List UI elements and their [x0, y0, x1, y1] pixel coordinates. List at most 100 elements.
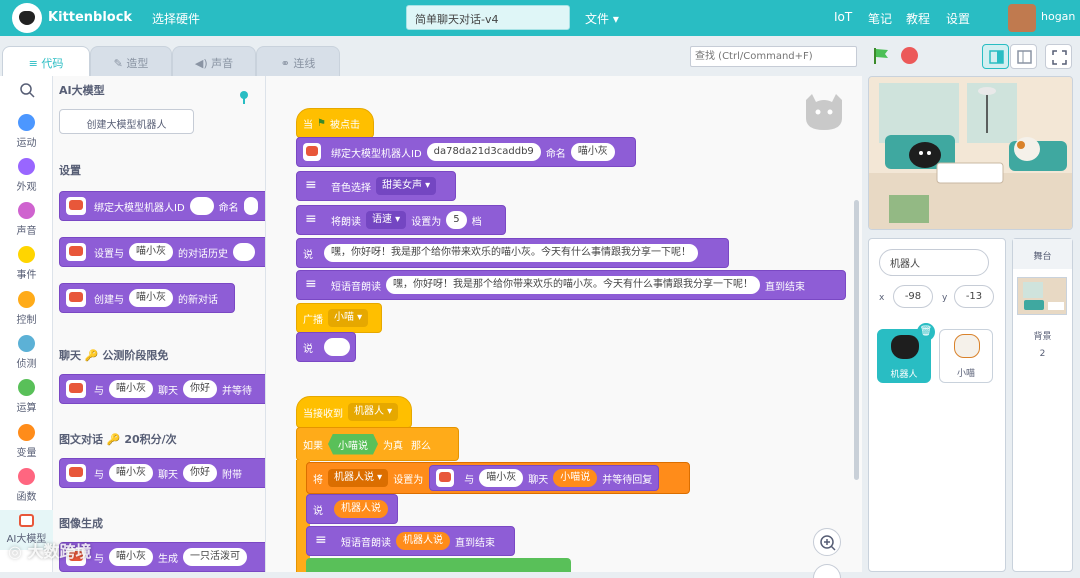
block-bind-bot-id[interactable]: 绑定大模型机器人ID da78da21d3caddb9 命名 喵小灰	[296, 137, 636, 167]
section-image-gen: 图像生成	[59, 517, 103, 530]
menu-notes[interactable]: 笔记	[868, 10, 892, 27]
speaker-icon: ◀)	[194, 57, 212, 70]
menu-settings[interactable]: 设置	[946, 10, 970, 27]
section-image-chat: 图文对话 🔑 20积分/次	[59, 433, 177, 446]
palette-block-image-chat[interactable]: 与喵小灰 聊天 你好 附带	[59, 458, 265, 488]
block-say-greeting[interactable]: 说嘿，你好呀！我是那个给你带来欢乐的喵小灰。今天有什么事情跟我分享一下呢！	[296, 238, 729, 268]
pin-icon[interactable]	[239, 90, 249, 104]
category-sensing[interactable]: 侦测	[0, 335, 53, 370]
palette-block-bind-id[interactable]: 绑定大模型机器人ID 命名	[59, 191, 265, 221]
palette-block-set-history[interactable]: 设置与 喵小灰 的对话历史	[59, 237, 265, 267]
avatar[interactable]	[1008, 4, 1036, 32]
zoom-in-icon	[820, 535, 836, 551]
tab-sounds[interactable]: ◀) 声音	[172, 46, 256, 76]
x-position-input[interactable]: -98	[893, 285, 933, 308]
block-when-receive[interactable]: 当接收到 机器人 ▾	[296, 396, 412, 428]
category-functions[interactable]: 函数	[0, 468, 53, 503]
robot-icon	[66, 380, 86, 398]
search-icon[interactable]	[0, 82, 53, 101]
category-operators[interactable]: 运算	[0, 379, 53, 414]
kittenblock-logo-icon[interactable]	[12, 3, 42, 33]
green-flag-icon: ⚑	[317, 117, 326, 129]
calico-cat-icon	[954, 334, 980, 358]
code-icon: ≡	[28, 57, 42, 70]
palette-title: AI大模型	[59, 84, 105, 97]
stage-selector-panel[interactable]: 舞台 背景 2	[1012, 238, 1073, 572]
watermark-text: ◎ 大数跨境	[8, 542, 92, 561]
speed-dropdown[interactable]: 语速 ▾	[366, 211, 407, 229]
voice-dropdown[interactable]: 甜美女声 ▾	[376, 177, 437, 195]
fullscreen-button[interactable]	[1045, 44, 1072, 69]
brush-icon: ✎	[113, 57, 127, 70]
watermark-logo-icon: ◎	[8, 542, 28, 561]
category-looks[interactable]: 外观	[0, 158, 53, 193]
link-icon: ⚭	[280, 57, 294, 70]
category-sidebar: 运动 外观 声音 事件 控制 侦测 运算 变量 函数 AI大模型	[0, 76, 53, 572]
block-broadcast[interactable]: 广播 小喵 ▾	[296, 303, 382, 333]
stop-icon[interactable]	[901, 47, 918, 64]
username[interactable]: hogan	[1041, 10, 1075, 23]
fullscreen-icon	[1052, 50, 1067, 65]
category-events[interactable]: 事件	[0, 246, 53, 281]
robot-icon	[66, 464, 86, 482]
block-tts-greeting[interactable]: 短语音朗读嘿，你好呀！我是那个给你带来欢乐的喵小灰。今天有什么事情跟我分享一下呢…	[296, 270, 846, 300]
y-position-input[interactable]: -13	[954, 285, 994, 308]
tab-connect[interactable]: ⚭ 连线	[256, 46, 340, 76]
message-dropdown[interactable]: 机器人 ▾	[348, 403, 399, 421]
sound-wave-icon	[303, 276, 321, 294]
block-if[interactable]: 如果 小喵说 为真 那么	[296, 427, 459, 461]
sprite-info-panel: 机器人 x -98 y -13 机器人 🗑 小喵	[868, 238, 1006, 572]
menu-tutorials[interactable]: 教程	[906, 10, 930, 27]
category-sound[interactable]: 声音	[0, 202, 53, 237]
palette-block-new-chat[interactable]: 创建与 喵小灰 的新对话	[59, 283, 235, 313]
script-area[interactable]: 当⚑被点击 绑定大模型机器人IDda78da21d3caddb9命名喵小灰 音色…	[266, 76, 862, 578]
robot-icon	[66, 197, 86, 215]
project-name-input[interactable]: 简单聊天对话-v4	[406, 5, 570, 30]
block-set-speed[interactable]: 将朗读语速 ▾设置为5档	[296, 205, 506, 235]
block-say-empty[interactable]: 说	[296, 332, 356, 362]
variable-dropdown[interactable]: 机器人说 ▾	[328, 469, 389, 487]
tab-code[interactable]: ≡ 代码	[2, 46, 90, 77]
search-input[interactable]	[690, 46, 857, 67]
broadcast-dropdown[interactable]: 小喵 ▾	[328, 309, 369, 327]
block-voice-select[interactable]: 音色选择甜美女声 ▾	[296, 171, 456, 201]
tab-costumes[interactable]: ✎ 造型	[90, 46, 172, 76]
black-cat-icon	[891, 335, 919, 359]
block-say-reply[interactable]: 说机器人说	[306, 494, 398, 524]
create-model-bot-button[interactable]: 创建大模型机器人	[59, 109, 194, 134]
green-flag-icon[interactable]	[871, 46, 891, 66]
file-menu[interactable]: 文件 ▾	[585, 10, 619, 27]
sprite-thumbnail-kitten[interactable]: 小喵	[939, 329, 993, 383]
zoom-in-button[interactable]	[813, 528, 841, 556]
app-name: Kittenblock	[48, 10, 133, 25]
sprite-name-input[interactable]: 机器人	[879, 249, 989, 276]
section-chat: 聊天 🔑 公测阶段限免	[59, 349, 169, 362]
hardware-select-button[interactable]: 选择硬件	[152, 10, 200, 27]
trash-icon[interactable]: 🗑	[917, 323, 935, 341]
sound-wave-icon	[303, 177, 321, 195]
block-when-flag-clicked[interactable]: 当 ⚑ 被点击	[296, 108, 374, 138]
stage-panel-title: 舞台	[1013, 239, 1072, 269]
robot-icon	[66, 289, 86, 307]
small-stage-button[interactable]	[982, 44, 1009, 69]
zoom-out-button[interactable]	[813, 564, 841, 578]
sprite-watermark-cat-icon	[802, 92, 846, 132]
block-set-variable[interactable]: 将机器人说 ▾ 设置为与喵小灰 聊天 小喵说 并等待回复	[306, 462, 690, 494]
backdrop-count: 2	[1039, 349, 1046, 359]
stage-canvas[interactable]	[868, 76, 1073, 230]
script-scrollbar[interactable]	[854, 200, 859, 480]
sound-wave-icon	[303, 211, 321, 229]
robot-icon	[303, 143, 321, 161]
category-control[interactable]: 控制	[0, 291, 53, 326]
menu-iot[interactable]: IoT	[834, 10, 852, 24]
category-motion[interactable]: 运动	[0, 114, 53, 149]
large-stage-button[interactable]	[1010, 44, 1037, 69]
block-palette: AI大模型 创建大模型机器人 设置 绑定大模型机器人ID 命名 设置与 喵小灰 的对话…	[53, 76, 266, 572]
block-partial-next[interactable]	[306, 558, 571, 572]
x-label: x	[879, 293, 885, 303]
palette-block-chat[interactable]: 与喵小灰 聊天 你好 并等待	[59, 374, 265, 404]
category-variables[interactable]: 变量	[0, 424, 53, 459]
layout-large-icon	[1017, 50, 1032, 64]
backdrop-thumbnail[interactable]	[1017, 277, 1067, 315]
block-tts-reply[interactable]: 短语音朗读机器人说直到结束	[306, 526, 515, 556]
